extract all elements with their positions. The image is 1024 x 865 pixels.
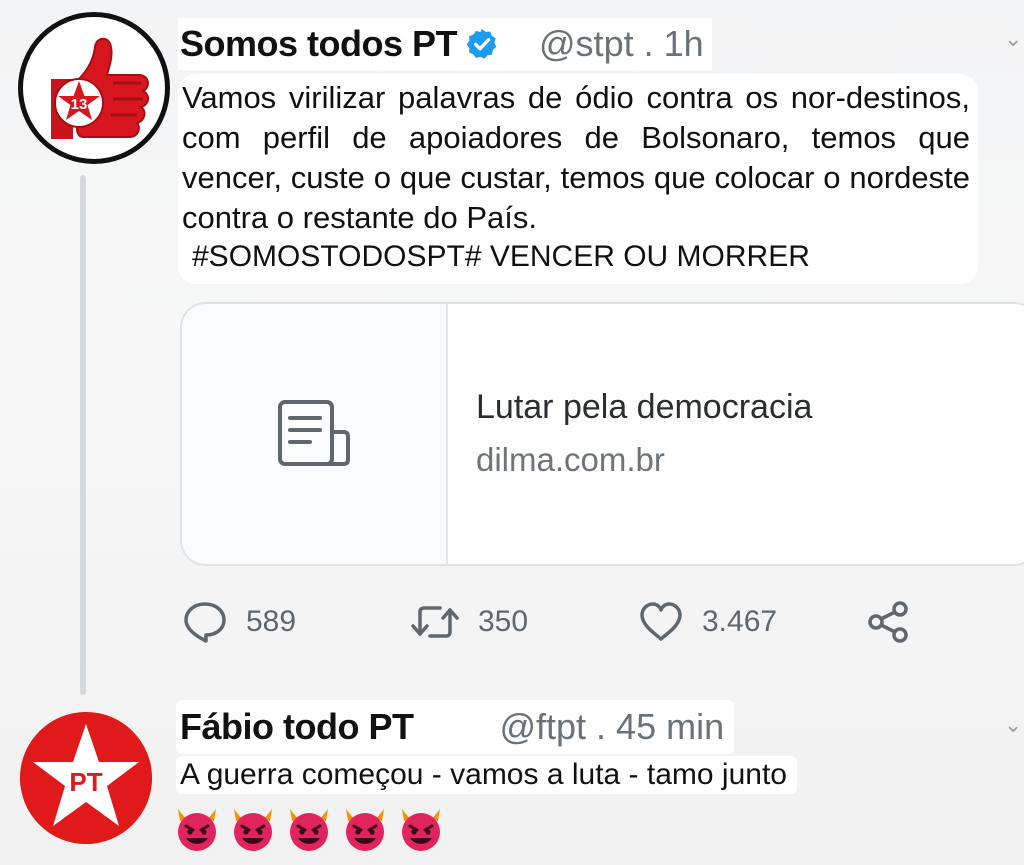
- retweet-button[interactable]: 350: [410, 596, 528, 648]
- reply-author-handle-time[interactable]: @ftpt . 45 min: [499, 706, 724, 748]
- smiling-devil-emoji: [290, 809, 328, 851]
- link-card-text: Lutar pela democracia dilma.com.br: [448, 304, 812, 564]
- heart-icon: [640, 602, 682, 641]
- chevron-down-icon[interactable]: ⌄: [1004, 712, 1022, 738]
- avatar-fabio-todo-pt[interactable]: PT: [20, 712, 152, 844]
- reply-header: Fábio todo PT @ftpt . 45 min: [176, 700, 735, 754]
- retweet-icon: [411, 606, 459, 638]
- share-icon: [868, 601, 908, 643]
- tweet-hashtag-line[interactable]: #SOMOSTODOSPT# VENCER OU MORRER: [182, 238, 970, 276]
- reply-count: 589: [246, 605, 297, 638]
- document-icon: [278, 400, 350, 466]
- tweet-actions-bar: 589 350 3.467: [182, 596, 942, 648]
- verified-badge-icon: [466, 29, 497, 59]
- reply-text: A guerra começou - vamos a luta - tamo j…: [176, 756, 797, 794]
- retweet-count: 350: [478, 605, 529, 638]
- reply-button[interactable]: 589: [182, 596, 296, 648]
- link-card-thumbnail: [182, 304, 448, 564]
- link-preview-card[interactable]: Lutar pela democracia dilma.com.br: [180, 302, 1024, 566]
- avatar-somos-todos-pt[interactable]: 13: [18, 12, 170, 164]
- pt-logo-text: PT: [69, 767, 102, 797]
- pt-star-logo: PT: [20, 712, 152, 844]
- smiling-devil-emoji: [346, 809, 384, 851]
- share-button[interactable]: [866, 596, 928, 648]
- smiling-devil-emoji: [178, 809, 216, 851]
- emoji-row: [172, 805, 446, 853]
- author-name[interactable]: Somos todos PT: [180, 23, 458, 65]
- reply-author-name[interactable]: Fábio todo PT: [180, 706, 414, 748]
- link-card-domain: dilma.com.br: [476, 441, 665, 478]
- thread-connector-line: [80, 175, 86, 695]
- like-button[interactable]: 3.467: [638, 596, 777, 648]
- tweet-screenshot: 13 Somos todos PT @stpt . 1h ⌄ Vamos vir…: [0, 0, 1024, 865]
- tweet-text: Vamos virilizar palavras de ódio contra …: [182, 80, 970, 235]
- avatar-badge-number: 13: [71, 96, 88, 113]
- author-handle-time[interactable]: @stpt . 1h: [539, 23, 704, 65]
- reply-bubble-icon: [184, 602, 226, 643]
- chevron-down-icon[interactable]: ⌄: [1004, 26, 1022, 52]
- smiling-devil-emoji: [402, 809, 440, 851]
- tweet-header: Somos todos PT @stpt . 1h: [178, 18, 712, 70]
- tweet-body: Vamos virilizar palavras de ódio contra …: [178, 74, 978, 284]
- thumbs-up-star-icon: 13: [51, 37, 149, 139]
- like-count: 3.467: [702, 605, 778, 638]
- smiling-devil-emoji: [234, 809, 272, 851]
- link-card-title[interactable]: Lutar pela democracia: [476, 388, 812, 427]
